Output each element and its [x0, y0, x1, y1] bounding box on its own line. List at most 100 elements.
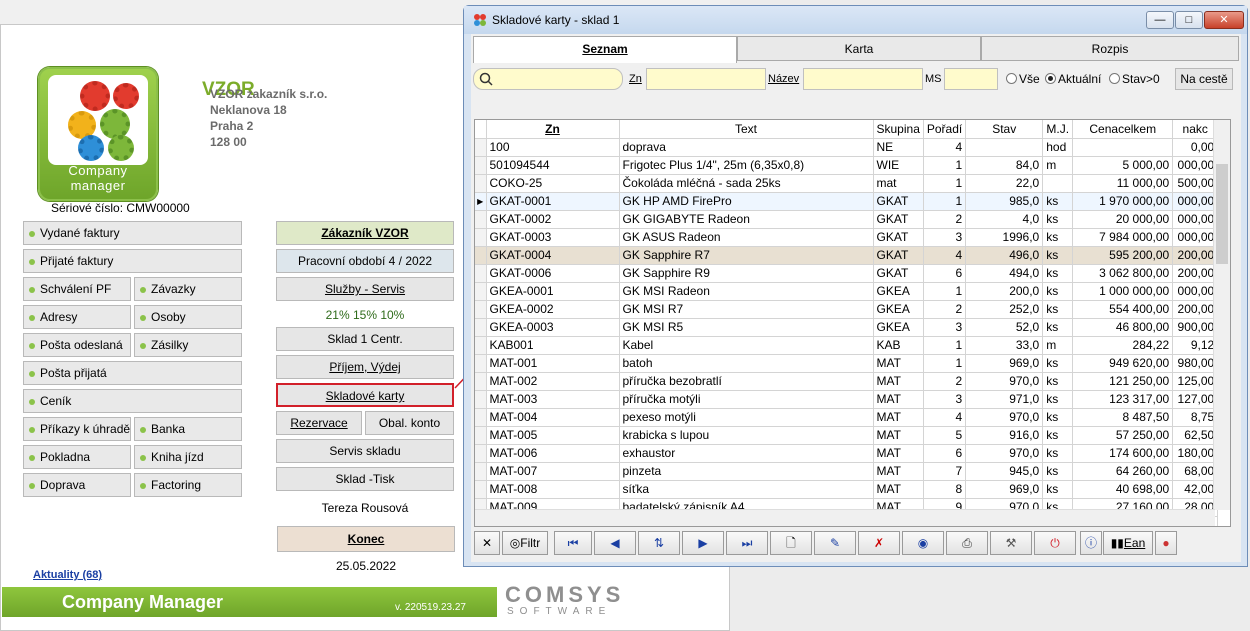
- zn-filter-input[interactable]: [646, 68, 766, 90]
- table-row[interactable]: GKAT-0002 GK GIGABYTE Radeon GKAT 2 4,0 ks 20 …: [475, 210, 1219, 229]
- column-header[interactable]: Text: [619, 120, 874, 139]
- last-record-icon[interactable]: ⏭: [726, 531, 768, 555]
- power-icon[interactable]: ⏻: [1034, 531, 1076, 555]
- delete-icon[interactable]: ✗: [858, 531, 900, 555]
- radio-vse[interactable]: Vše: [1006, 72, 1040, 86]
- rezervace-button[interactable]: Rezervace: [276, 411, 362, 435]
- tab-seznam[interactable]: Seznam: [473, 36, 737, 63]
- menu-banka[interactable]: Banka: [134, 417, 242, 441]
- print-icon[interactable]: ⎙: [946, 531, 988, 555]
- binoculars-icon[interactable]: ◉: [902, 531, 944, 555]
- table-row[interactable]: MAT-008 síťka MAT 8 969,0 ks 40 698,00 42,00: [475, 480, 1219, 499]
- table-row[interactable]: COKO-25 Čokoláda mléčná - sada 25ks mat 1 22…: [475, 174, 1219, 193]
- zakaznik-button[interactable]: Zákazník VZOR: [276, 221, 454, 245]
- table-row[interactable]: ▶ GKAT-0001 GK HP AMD FirePro GKAT 1 985,0 ks 1…: [475, 192, 1219, 211]
- table-row[interactable]: MAT-005 krabicka s lupou MAT 5 916,0 ks 57 250…: [475, 426, 1219, 445]
- previous-record-icon[interactable]: ◀: [594, 531, 636, 555]
- table-row[interactable]: MAT-007 pinzeta MAT 7 945,0 ks 64 260,00 68,00: [475, 462, 1219, 481]
- menu-prikazy[interactable]: Příkazy k úhradě: [23, 417, 131, 441]
- radio-stav[interactable]: Stav>0: [1109, 72, 1160, 86]
- table-row[interactable]: MAT-004 pexeso motýli MAT 4 970,0 ks 8 487,50 8…: [475, 408, 1219, 427]
- row-indicator[interactable]: [475, 480, 487, 499]
- sort-az-icon[interactable]: ⇅: [638, 531, 680, 555]
- konec-button[interactable]: Konec: [277, 526, 455, 552]
- tab-karta[interactable]: Karta: [737, 36, 981, 61]
- row-indicator[interactable]: [475, 426, 487, 445]
- row-indicator[interactable]: [475, 408, 487, 427]
- skladove-karty-button[interactable]: Skladové karty: [276, 383, 454, 407]
- menu-osoby[interactable]: Osoby: [134, 305, 242, 329]
- row-indicator[interactable]: [475, 354, 487, 373]
- row-indicator[interactable]: [475, 336, 487, 355]
- table-row[interactable]: MAT-003 příručka motýli MAT 3 971,0 ks 123 317…: [475, 390, 1219, 409]
- menu-posta-odeslana[interactable]: Pošta odeslaná: [23, 333, 131, 357]
- menu-vydane-faktury[interactable]: Vydané faktury: [23, 221, 242, 245]
- color-palette-icon[interactable]: ●: [1155, 531, 1177, 555]
- prijem-vydej-button[interactable]: Příjem, Výdej: [276, 355, 454, 379]
- servis-skladu-button[interactable]: Servis skladu: [276, 439, 454, 463]
- column-header[interactable]: Stav: [965, 120, 1044, 139]
- row-indicator[interactable]: [475, 300, 487, 319]
- row-indicator[interactable]: [475, 174, 487, 193]
- table-row[interactable]: GKAT-0003 GK ASUS Radeon GKAT 3 1996,0 ks 7 98…: [475, 228, 1219, 247]
- menu-kniha-jizd[interactable]: Kniha jízd: [134, 445, 242, 469]
- new-document-icon[interactable]: 🗋: [770, 531, 812, 555]
- vertical-scrollbar[interactable]: [1213, 120, 1230, 510]
- first-record-icon[interactable]: ⏮: [554, 531, 592, 555]
- row-indicator[interactable]: [475, 210, 487, 229]
- table-row[interactable]: 100 doprava NE 4 hod 0,00: [475, 138, 1219, 157]
- menu-pokladna[interactable]: Pokladna: [23, 445, 131, 469]
- table-row[interactable]: MAT-001 batoh MAT 1 969,0 ks 949 620,00 980,00: [475, 354, 1219, 373]
- column-header[interactable]: Cenacelkem: [1072, 120, 1174, 139]
- table-row[interactable]: MAT-006 exhaustor MAT 6 970,0 ks 174 600,00 180…: [475, 444, 1219, 463]
- menu-schvaleni-pf[interactable]: Schválení PF: [23, 277, 131, 301]
- row-indicator[interactable]: [475, 372, 487, 391]
- close-button[interactable]: ✕: [1204, 11, 1244, 29]
- horizontal-scrollbar[interactable]: [475, 509, 1215, 526]
- column-header[interactable]: M.J.: [1042, 120, 1074, 139]
- aktuality-link[interactable]: Aktuality (68): [33, 569, 102, 581]
- menu-factoring[interactable]: Factoring: [134, 473, 242, 497]
- sklad-tisk-button[interactable]: Sklad -Tisk: [276, 467, 454, 491]
- current-row-indicator-icon[interactable]: ▶: [475, 192, 487, 211]
- menu-zasilky[interactable]: Zásilky: [134, 333, 242, 357]
- ms-filter-input[interactable]: [944, 68, 998, 90]
- row-indicator[interactable]: [475, 282, 487, 301]
- table-row[interactable]: GKEA-0002 GK MSI R7 GKEA 2 252,0 ks 554 400,00…: [475, 300, 1219, 319]
- table-row[interactable]: GKEA-0003 GK MSI R5 GKEA 3 52,0 ks 46 800,00 90…: [475, 318, 1219, 337]
- table-row[interactable]: GKEA-0001 GK MSI Radeon GKEA 1 200,0 ks 1 000 …: [475, 282, 1219, 301]
- table-row[interactable]: 501094544 Frigotec Plus 1/4", 25m (6,35x0…: [475, 156, 1219, 175]
- table-row[interactable]: GKAT-0006 GK Sapphire R9 GKAT 6 494,0 ks 3 062…: [475, 264, 1219, 283]
- tools-icon[interactable]: ⚒: [990, 531, 1032, 555]
- na-ceste-button[interactable]: Na cestě: [1175, 68, 1233, 90]
- filtr-button[interactable]: ◎Filtr: [502, 531, 548, 555]
- column-header[interactable]: Skupina: [873, 120, 924, 139]
- row-indicator[interactable]: [475, 462, 487, 481]
- next-record-icon[interactable]: ▶: [682, 531, 724, 555]
- minimize-button[interactable]: —: [1146, 11, 1174, 29]
- column-header[interactable]: nakc: [1172, 120, 1219, 139]
- table-row[interactable]: GKAT-0004 GK Sapphire R7 GKAT 4 496,0 ks 595 2…: [475, 246, 1219, 265]
- column-header[interactable]: Zn: [486, 120, 620, 139]
- row-indicator[interactable]: [475, 156, 487, 175]
- row-indicator[interactable]: [475, 318, 487, 337]
- row-indicator[interactable]: [475, 264, 487, 283]
- sluzby-servis-button[interactable]: Služby - Servis: [276, 277, 454, 301]
- row-indicator[interactable]: [475, 390, 487, 409]
- menu-doprava[interactable]: Doprava: [23, 473, 131, 497]
- sklad-button[interactable]: Sklad 1 Centr.: [276, 327, 454, 351]
- close-x-icon[interactable]: ✕: [474, 531, 500, 555]
- menu-zavazky[interactable]: Závazky: [134, 277, 242, 301]
- maximize-button[interactable]: □: [1175, 11, 1203, 29]
- obal-konto-button[interactable]: Obal. konto: [365, 411, 454, 435]
- table-row[interactable]: KAB001 Kabel KAB 1 33,0 m 284,22 9,12: [475, 336, 1219, 355]
- row-indicator[interactable]: [475, 138, 487, 157]
- tab-rozpis[interactable]: Rozpis: [981, 36, 1239, 61]
- table-row[interactable]: MAT-002 příručka bezobratlí MAT 2 970,0 ks 121…: [475, 372, 1219, 391]
- pracovni-obdobi-button[interactable]: Pracovní období 4 / 2022: [276, 249, 454, 273]
- search-input[interactable]: [473, 68, 623, 90]
- menu-cenik[interactable]: Ceník: [23, 389, 242, 413]
- menu-adresy[interactable]: Adresy: [23, 305, 131, 329]
- menu-prijate-faktury[interactable]: Přijaté faktury: [23, 249, 242, 273]
- scroll-thumb[interactable]: [1216, 164, 1228, 264]
